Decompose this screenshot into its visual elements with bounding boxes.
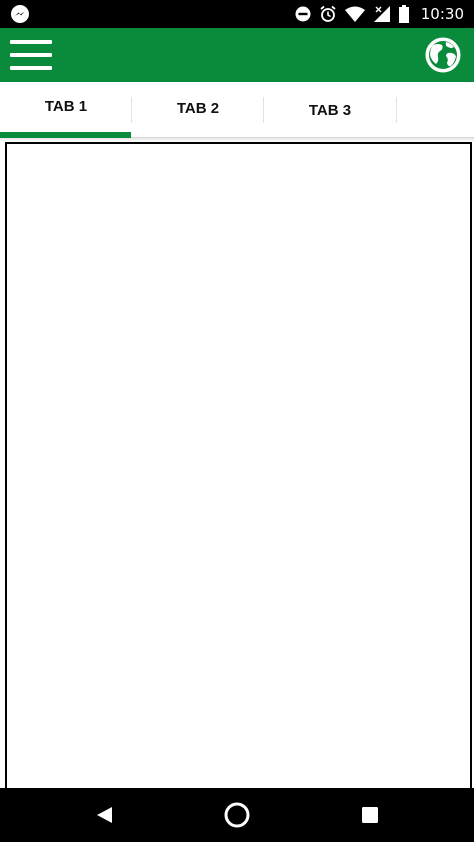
tab-divider [396, 97, 397, 123]
navigation-bar [0, 788, 474, 842]
do-not-disturb-icon [295, 6, 311, 22]
status-time: 10:30 [420, 5, 464, 23]
tab-1-label: TAB 1 [44, 97, 88, 115]
status-bar: 10:30 [0, 0, 474, 28]
back-icon[interactable] [86, 798, 122, 832]
globe-icon[interactable] [424, 36, 462, 74]
home-icon[interactable] [219, 798, 255, 832]
status-right: 10:30 [295, 5, 464, 23]
recents-icon[interactable] [352, 798, 388, 832]
status-left [10, 4, 30, 24]
tab-3[interactable]: TAB 3 [264, 82, 396, 138]
tab-3-label: TAB 3 [308, 101, 352, 119]
wifi-icon [344, 6, 365, 22]
cell-signal-icon [373, 5, 391, 23]
tab-bar: TAB 1 TAB 2 TAB 3 [0, 82, 474, 138]
battery-icon [398, 5, 409, 23]
alarm-icon [319, 5, 337, 23]
messenger-icon [10, 4, 30, 24]
tab-2[interactable]: TAB 2 [132, 82, 264, 138]
tab-1[interactable]: TAB 1 [0, 82, 132, 138]
hamburger-menu-icon[interactable] [8, 36, 54, 74]
content-panel[interactable] [5, 142, 472, 790]
tab-2-label: TAB 2 [176, 99, 220, 117]
app-bar [0, 28, 474, 82]
